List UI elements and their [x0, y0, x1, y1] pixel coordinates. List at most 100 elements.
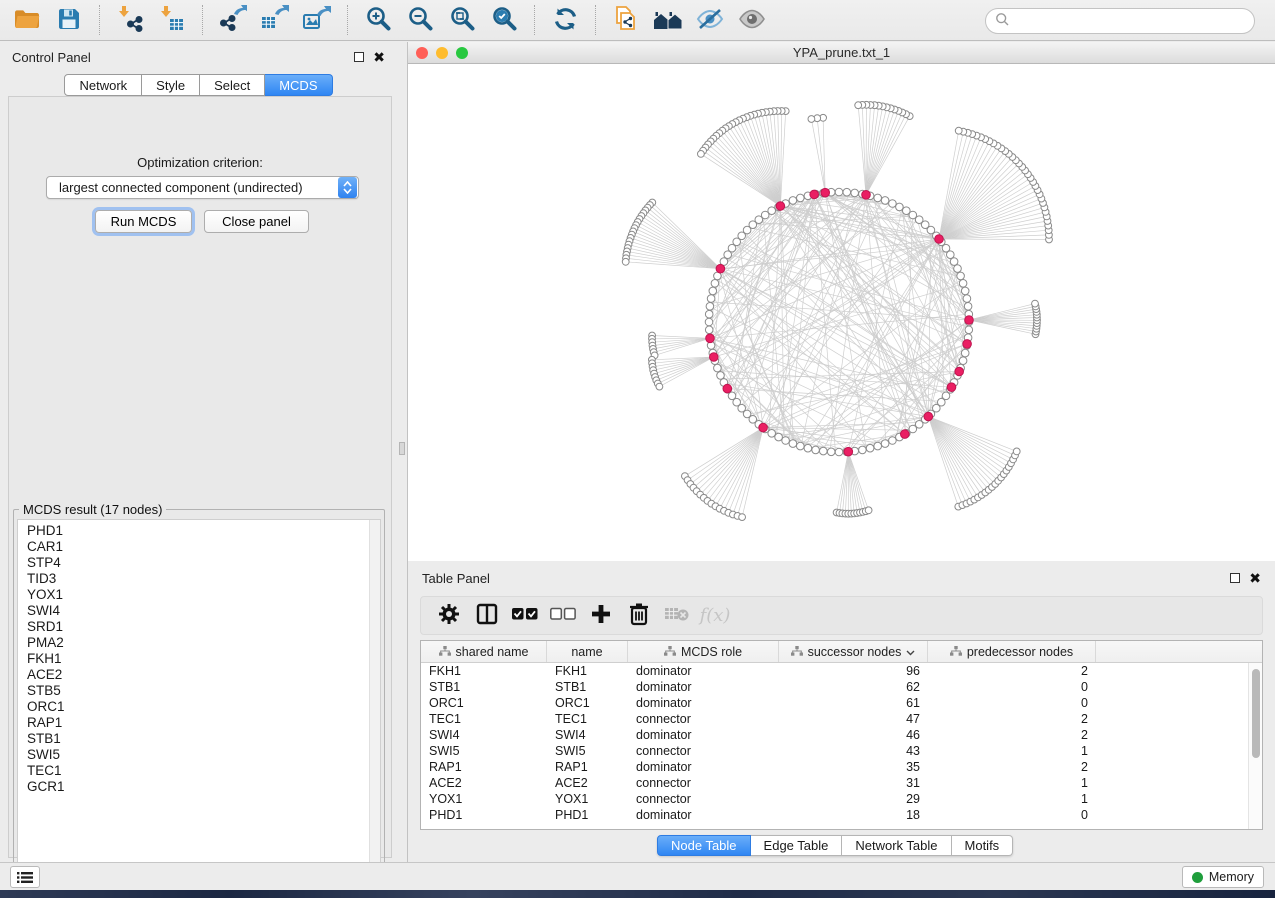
table-panel-close-button[interactable]: ✖ — [1249, 573, 1261, 583]
mcds-result-item[interactable]: STP4 — [27, 555, 380, 571]
export-table-icon — [260, 5, 290, 35]
copy-style-button[interactable] — [610, 5, 642, 35]
table-row[interactable]: ACE2ACE2connector311 — [421, 775, 1248, 791]
zoom-selected-button[interactable] — [488, 5, 520, 35]
zoom-fit-button[interactable] — [446, 5, 478, 35]
tab-node-table[interactable]: Node Table — [657, 835, 751, 856]
table-scrollbar[interactable] — [1248, 663, 1262, 829]
panel-splitter[interactable] — [397, 42, 408, 890]
show-all-button[interactable] — [736, 5, 768, 35]
tab-edge-table[interactable]: Edge Table — [751, 835, 843, 856]
open-file-button[interactable] — [11, 5, 43, 35]
search-input[interactable] — [1010, 11, 1254, 31]
table-row[interactable]: STB1STB1dominator620 — [421, 679, 1248, 695]
column-header-predecessor-nodes[interactable]: predecessor nodes — [928, 641, 1096, 662]
mcds-list-scrollbar[interactable] — [369, 520, 380, 869]
network-window-titlebar[interactable]: YPA_prune.txt_1 — [408, 42, 1275, 64]
hide-selected-button[interactable] — [694, 5, 726, 35]
mcds-result-item[interactable]: YOX1 — [27, 587, 380, 603]
table-row[interactable]: SWI5SWI5connector431 — [421, 743, 1248, 759]
import-network-button[interactable] — [114, 5, 146, 35]
mcds-result-item[interactable]: SWI4 — [27, 603, 380, 619]
import-table-button[interactable] — [156, 5, 188, 35]
close-panel-button[interactable]: Close panel — [204, 210, 309, 233]
clear-selection-button[interactable] — [548, 602, 578, 630]
tab-select[interactable]: Select — [200, 74, 265, 96]
split-panel-button[interactable] — [472, 602, 502, 630]
mcds-result-item[interactable]: CAR1 — [27, 539, 380, 555]
refresh-layout-button[interactable] — [549, 5, 581, 35]
mcds-result-item[interactable]: TID3 — [27, 571, 380, 587]
table-row[interactable]: SWI4SWI4dominator462 — [421, 727, 1248, 743]
table-cell: 2 — [928, 727, 1096, 743]
memory-button[interactable]: Memory — [1182, 866, 1264, 888]
mcds-result-item[interactable]: PMA2 — [27, 635, 380, 651]
column-header-filler — [1096, 641, 1262, 662]
delete-column-button[interactable] — [624, 602, 654, 630]
mcds-result-item[interactable]: STB1 — [27, 731, 380, 747]
status-list-button[interactable] — [10, 866, 40, 888]
mcds-result-item[interactable]: PHD1 — [27, 523, 380, 539]
zoom-out-button[interactable] — [404, 5, 436, 35]
table-cell: 47 — [779, 711, 928, 727]
table-cell: ORC1 — [547, 695, 628, 711]
table-cell: 31 — [779, 775, 928, 791]
table-row[interactable]: ORC1ORC1dominator610 — [421, 695, 1248, 711]
table-cell: TEC1 — [421, 711, 547, 727]
network-graph[interactable] — [408, 64, 1275, 561]
search-box[interactable] — [985, 8, 1255, 34]
mcds-result-item[interactable]: STB5 — [27, 683, 380, 699]
mcds-result-item[interactable]: ACE2 — [27, 667, 380, 683]
mcds-result-item[interactable]: SWI5 — [27, 747, 380, 763]
zoom-selected-icon — [491, 5, 518, 35]
export-image-button[interactable] — [301, 5, 333, 35]
table-cell: SWI4 — [547, 727, 628, 743]
save-session-button[interactable] — [53, 5, 85, 35]
tab-network-table[interactable]: Network Table — [842, 835, 951, 856]
table-row[interactable]: RAP1RAP1dominator352 — [421, 759, 1248, 775]
copy-style-icon — [612, 5, 640, 36]
table-row[interactable]: TEC1TEC1connector472 — [421, 711, 1248, 727]
control-panel-title: Control Panel — [12, 50, 91, 65]
export-table-button[interactable] — [259, 5, 291, 35]
first-neighbors-button[interactable] — [652, 5, 684, 35]
table-row[interactable]: PHD1PHD1dominator180 — [421, 807, 1248, 823]
table-scrollbar-thumb[interactable] — [1252, 669, 1260, 758]
tab-motifs[interactable]: Motifs — [952, 835, 1014, 856]
add-column-button[interactable] — [586, 602, 616, 630]
table-panel-float-button[interactable] — [1230, 573, 1240, 583]
export-network-button[interactable] — [217, 5, 249, 35]
mcds-result-item[interactable]: FKH1 — [27, 651, 380, 667]
tab-network[interactable]: Network — [64, 74, 142, 96]
zoom-in-button[interactable] — [362, 5, 394, 35]
tab-style[interactable]: Style — [142, 74, 200, 96]
criterion-select[interactable]: largest connected component (undirected) — [46, 176, 359, 199]
tab-mcds[interactable]: MCDS — [265, 74, 332, 96]
table-cell: dominator — [628, 759, 779, 775]
select-stepper-icon — [338, 177, 357, 198]
mcds-result-item[interactable]: ORC1 — [27, 699, 380, 715]
column-header-name[interactable]: name — [547, 641, 628, 662]
mcds-result-item[interactable]: TEC1 — [27, 763, 380, 779]
column-header-MCDS-role[interactable]: MCDS role — [628, 641, 779, 662]
table-panel-tabs: Node TableEdge TableNetwork TableMotifs — [657, 835, 1013, 856]
run-mcds-button[interactable]: Run MCDS — [95, 210, 192, 233]
network-view-canvas[interactable] — [408, 64, 1275, 561]
control-panel-float-button[interactable] — [354, 52, 364, 62]
splitter-handle-icon[interactable] — [399, 442, 405, 455]
column-header-successor-nodes[interactable]: successor nodes — [779, 641, 928, 662]
table-settings-button[interactable] — [434, 602, 464, 630]
column-header-shared-name[interactable]: shared name — [421, 641, 547, 662]
table-cell: connector — [628, 775, 779, 791]
table-cell: 2 — [928, 711, 1096, 727]
table-row[interactable]: YOX1YOX1connector291 — [421, 791, 1248, 807]
mcds-result-item[interactable]: GCR1 — [27, 779, 380, 795]
table-cell: 35 — [779, 759, 928, 775]
control-panel-close-button[interactable]: ✖ — [373, 52, 385, 62]
zoom-out-icon — [407, 5, 434, 35]
select-all-rows-button[interactable] — [510, 602, 540, 630]
delete-table-button — [662, 602, 692, 630]
mcds-result-item[interactable]: RAP1 — [27, 715, 380, 731]
mcds-result-item[interactable]: SRD1 — [27, 619, 380, 635]
table-row[interactable]: FKH1FKH1dominator962 — [421, 663, 1248, 679]
